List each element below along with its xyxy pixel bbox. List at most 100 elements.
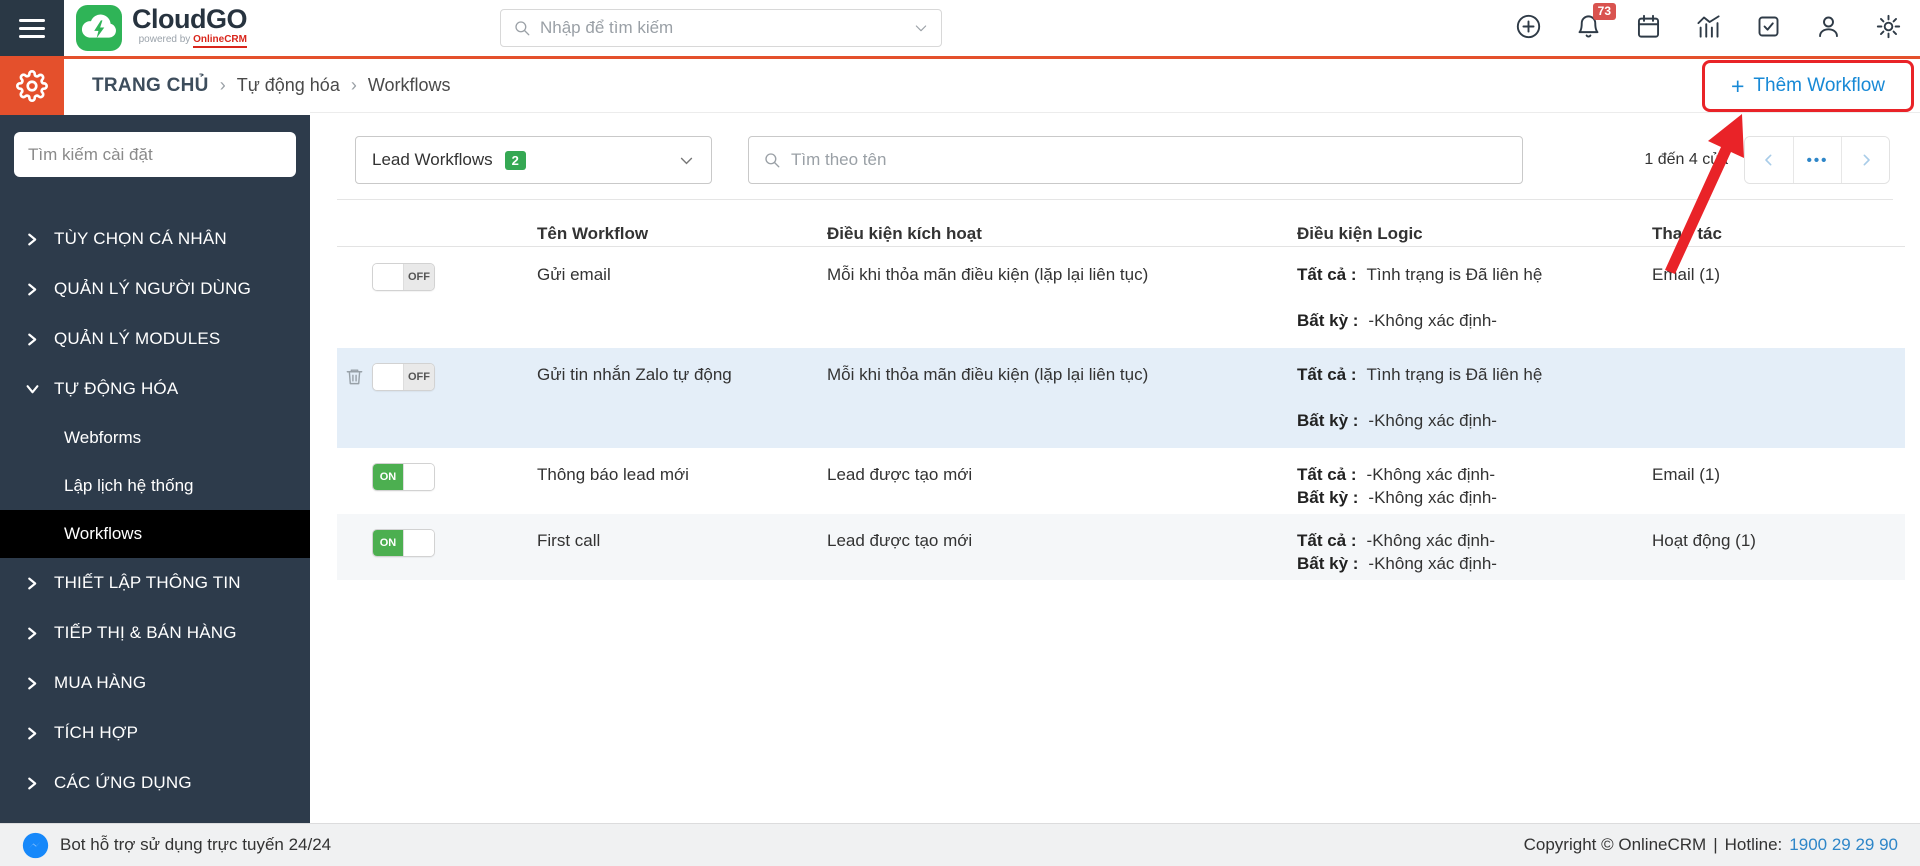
sidebar-group-qu-n-l-ng-i-d-ng[interactable]: QUẢN LÝ NGƯỜI DÙNG	[0, 264, 310, 314]
workflow-table-row: ON Thông báo lead mới Lead được tạo mới …	[337, 448, 1905, 514]
chevron-right-icon	[28, 627, 37, 639]
pagination-more-button[interactable]: •••	[1793, 137, 1841, 183]
chevron-right-icon	[28, 677, 37, 689]
top-icon-bar: 73	[1515, 3, 1902, 40]
workflow-table-row: ON First call Lead được tạo mới Tất cả :…	[337, 514, 1905, 580]
column-header-name: Tên Workflow	[537, 224, 649, 243]
chevron-right-icon	[26, 384, 39, 393]
chevron-right-icon	[28, 777, 37, 789]
sidebar-item-workflows[interactable]: Workflows	[0, 510, 310, 558]
workflow-logic-condition: Tất cả : -Không xác định- Bất kỳ : -Không …	[1297, 448, 1652, 514]
logic-all-value: -Không xác định-	[1366, 531, 1496, 550]
workflow-status-toggle[interactable]: OFF	[372, 263, 435, 291]
sidebar-group-t-ng-h-a[interactable]: TỰ ĐỘNG HÓA	[0, 364, 310, 414]
tasks-checkbox-icon[interactable]	[1755, 13, 1782, 40]
sidebar-group-c-c-ng-d-ng[interactable]: CÁC ỨNG DỤNG	[0, 758, 310, 808]
global-search-input[interactable]	[540, 18, 904, 38]
analytics-icon[interactable]	[1695, 13, 1722, 40]
chevron-right-icon	[28, 283, 37, 295]
sidebar-group-t-y-ch-n-c-nh-n[interactable]: TÙY CHỌN CÁ NHÂN	[0, 214, 310, 264]
workflow-name[interactable]: Gửi tin nhắn Zalo tự động	[537, 348, 827, 448]
pagination-prev-button[interactable]	[1745, 137, 1793, 183]
chevron-right-icon	[28, 727, 37, 739]
sidebar-group-mua-h-ng[interactable]: MUA HÀNG	[0, 658, 310, 708]
sidebar-item-webforms[interactable]: Webforms	[0, 414, 310, 462]
messenger-icon	[22, 832, 49, 858]
logic-all-value: -Không xác định-	[1366, 465, 1496, 484]
workflow-name-search-input[interactable]	[791, 150, 1508, 170]
workflow-table-body: OFF Gửi email Mỗi khi thỏa mãn điều kiện…	[337, 248, 1905, 823]
notifications-bell-icon[interactable]: 73	[1575, 3, 1616, 40]
workflow-count-badge: 2	[504, 150, 526, 170]
logic-any-label: Bất kỳ :	[1297, 488, 1359, 507]
annotation-highlight-box: + Thêm Workflow	[1702, 60, 1914, 112]
workflow-type-dropdown[interactable]: Lead Workflows 2	[355, 136, 712, 184]
workflow-name[interactable]: Gửi email	[537, 248, 827, 348]
sidebar-search-input[interactable]	[14, 132, 296, 177]
workflow-status-toggle[interactable]: ON	[372, 463, 435, 491]
breadcrumb-separator: ›	[350, 75, 357, 95]
chevron-down-icon[interactable]	[913, 20, 929, 36]
workflow-logic-condition: Tất cả : Tình trạng is Đã liên hệ Bất kỳ …	[1297, 348, 1652, 448]
workflows-panel: Lead Workflows 2 1 đến 4 của •••	[310, 112, 1920, 823]
quick-add-icon[interactable]	[1515, 13, 1542, 40]
sidebar-group-thi-t-l-p-th-ng-tin[interactable]: THIẾT LẬP THÔNG TIN	[0, 558, 310, 608]
sidebar-group-qu-n-l-modules[interactable]: QUẢN LÝ MODULES	[0, 314, 310, 364]
settings-rail-icon[interactable]	[0, 56, 64, 115]
brand-powered-by: powered by OnlineCRM	[132, 34, 247, 48]
global-search[interactable]	[500, 9, 942, 47]
settings-gear-icon[interactable]	[1875, 13, 1902, 40]
support-bot-link[interactable]: Bot hỗ trợ sử dụng trực tuyến 24/24	[22, 832, 331, 859]
breadcrumb-home[interactable]: TRANG CHỦ	[92, 75, 209, 97]
footer-copyright: Copyright © OnlineCRM | Hotline: 1900 29…	[1524, 835, 1898, 855]
workflow-name[interactable]: Thông báo lead mới	[537, 448, 827, 514]
calendar-icon[interactable]	[1635, 13, 1662, 40]
hotline-number[interactable]: 1900 29 29 90	[1789, 835, 1898, 855]
footer-separator: |	[1713, 835, 1718, 854]
sidebar-search[interactable]	[14, 132, 296, 177]
column-header-trigger: Điều kiện kích hoạt	[827, 224, 982, 243]
copyright-text: Copyright © OnlineCRM	[1523, 835, 1707, 854]
workflow-logic-condition: Tất cả : Tình trạng is Đã liên hệ Bất kỳ …	[1297, 248, 1652, 348]
workflow-status-toggle[interactable]: ON	[372, 529, 435, 557]
logic-all-label: Tất cả :	[1297, 365, 1357, 384]
pagination-next-button[interactable]	[1841, 137, 1889, 183]
breadcrumb-separator: ›	[219, 75, 226, 95]
workflow-status-toggle[interactable]: OFF	[372, 363, 435, 391]
logic-any-value: -Không xác định-	[1368, 554, 1497, 573]
workflow-name[interactable]: First call	[537, 514, 827, 580]
logic-any-value: -Không xác định-	[1368, 411, 1497, 430]
logic-any-label: Bất kỳ :	[1297, 554, 1359, 573]
breadcrumb-workflows[interactable]: Workflows	[368, 75, 451, 96]
settings-sidebar: TÙY CHỌN CÁ NHÂNQUẢN LÝ NGƯỜI DÙNGQUẢN L…	[0, 115, 310, 823]
workflow-actions: Hoạt động (1)	[1652, 531, 1756, 550]
brand-name: CloudGO	[132, 4, 247, 34]
add-workflow-button[interactable]: + Thêm Workflow	[1730, 74, 1886, 97]
workflow-table-row: OFF Gửi email Mỗi khi thỏa mãn điều kiện…	[337, 248, 1905, 348]
logic-all-label: Tất cả :	[1297, 265, 1357, 284]
cloudgo-logo-icon	[76, 5, 122, 51]
logic-all-label: Tất cả :	[1297, 531, 1357, 550]
logic-all-value: Tình trạng is Đã liên hệ	[1366, 265, 1543, 284]
sidebar-group-ti-p-th-b-n-h-ng[interactable]: TIẾP THỊ & BÁN HÀNG	[0, 608, 310, 658]
sidebar-group-t-ch-h-p[interactable]: TÍCH HỢP	[0, 708, 310, 758]
logic-any-label: Bất kỳ :	[1297, 411, 1359, 430]
workflow-trigger-condition: Lead được tạo mới	[827, 465, 973, 484]
workflow-type-label: Lead Workflows	[372, 150, 493, 169]
table-header: Tên Workflow Điều kiện kích hoạt Điều ki…	[337, 205, 1905, 247]
sidebar-menu: TÙY CHỌN CÁ NHÂN QUẢN LÝ NGƯỜI DÙNG QUẢN L…	[0, 214, 310, 808]
pagination-range-text: 1 đến 4 của	[1644, 151, 1728, 168]
profile-icon[interactable]	[1815, 13, 1842, 40]
search-icon	[765, 153, 780, 168]
workflow-name-search[interactable]	[748, 136, 1523, 184]
workflow-trigger-condition: Mỗi khi thỏa mãn điều kiện (lặp lại liên…	[827, 265, 1149, 284]
breadcrumb-automation[interactable]: Tự động hóa	[237, 75, 340, 96]
brand-logo[interactable]: CloudGO powered by OnlineCRM	[76, 5, 247, 51]
logic-all-value: Tình trạng is Đã liên hệ	[1366, 365, 1543, 384]
delete-trash-icon[interactable]	[345, 367, 364, 386]
hamburger-menu-button[interactable]	[0, 0, 64, 56]
workflow-trigger-condition: Mỗi khi thỏa mãn điều kiện (lặp lại liên…	[827, 365, 1149, 384]
sidebar-item-l-p-l-ch-h-th-ng[interactable]: Lập lịch hệ thống	[0, 462, 310, 510]
chevron-right-icon	[28, 333, 37, 345]
logic-all-label: Tất cả :	[1297, 465, 1357, 484]
